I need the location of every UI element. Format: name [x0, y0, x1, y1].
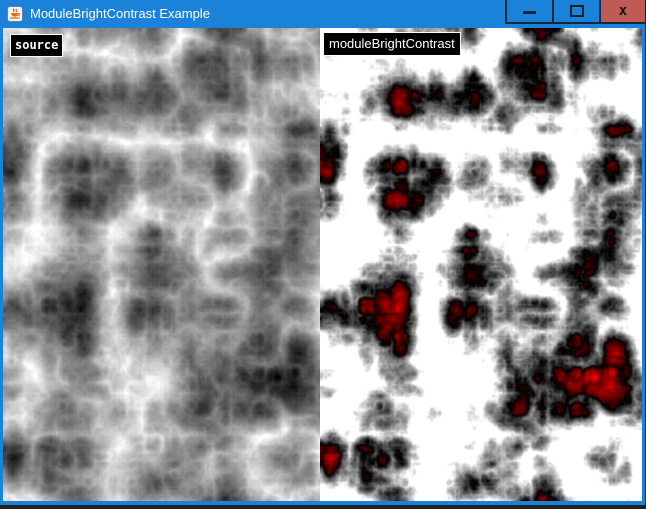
minimize-icon — [523, 11, 536, 14]
modulebrightcontrast-image — [320, 28, 642, 501]
titlebar[interactable]: ModuleBrightContrast Example x — [0, 0, 645, 28]
window-title: ModuleBrightContrast Example — [30, 0, 210, 28]
maximize-icon — [570, 5, 584, 17]
window-controls: x — [505, 0, 645, 26]
output-image-label: moduleBrightContrast — [323, 32, 461, 56]
java-app-icon[interactable] — [7, 6, 23, 22]
app-window: ModuleBrightContrast Example x source mo… — [0, 0, 645, 505]
maximize-button[interactable] — [552, 0, 599, 24]
output-panel: moduleBrightContrast — [320, 28, 642, 501]
source-image-label: source — [10, 34, 63, 57]
source-panel: source — [3, 28, 320, 501]
close-icon: x — [619, 4, 627, 19]
source-image — [3, 28, 320, 501]
close-button[interactable]: x — [599, 0, 645, 24]
minimize-button[interactable] — [505, 0, 552, 24]
desktop-background: { "window": { "title": "ModuleBrightCont… — [0, 0, 646, 509]
image-workspace: source moduleBrightContrast — [3, 28, 642, 501]
